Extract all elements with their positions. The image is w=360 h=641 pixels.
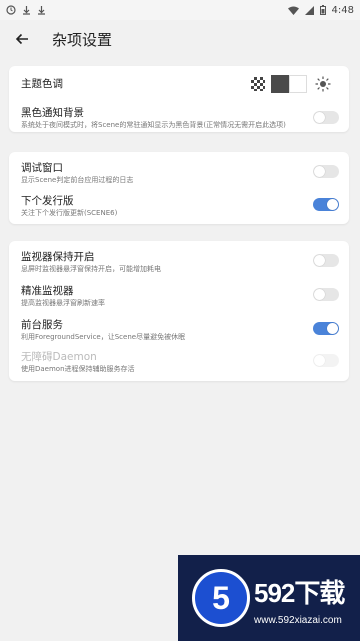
watermark-url: www.592xiazai.com — [254, 615, 342, 626]
alarm-icon — [6, 5, 16, 15]
next-release-row[interactable]: 下个发行版 关注下个发行版更新(SCENE6) — [21, 194, 339, 219]
status-time: 4:48 — [331, 4, 354, 16]
arrow-back-icon — [15, 33, 28, 45]
card-appearance: 主题色调 黑色通知背景 系统处于夜间模式时，将Scene的常驻通知显示为黑色背景… — [9, 66, 349, 132]
sun-icon[interactable] — [315, 76, 331, 92]
next-release-desc: 关注下个发行版更新(SCENE6) — [21, 209, 118, 217]
theme-swatch-light[interactable] — [289, 75, 307, 93]
debug-window-row[interactable]: 调试窗口 显示Scene判定前台应用过程的日志 — [21, 161, 339, 186]
signal-icon — [304, 5, 314, 15]
theme-swatch-transparent[interactable] — [251, 77, 265, 91]
daemon-desc: 使用Daemon进程保持辅助服务存活 — [21, 365, 135, 373]
black-notification-desc: 系统处于夜间模式时，将Scene的常驻通知显示为黑色背景(正常情况无需开启此选项… — [21, 121, 286, 129]
card-monitor: 监视器保持开启 息屏时监视器悬浮窗保持开启，可能增加耗电 精准监视器 提高监视器… — [9, 241, 349, 381]
watermark-banner: 5 592下载 www.592xiazai.com — [178, 555, 360, 641]
foreground-service-row[interactable]: 前台服务 利用ForegroundService，让Scene尽量避免被休眠 — [21, 318, 339, 343]
theme-swatches — [251, 75, 331, 93]
page-title: 杂项设置 — [52, 30, 113, 49]
black-notification-row[interactable]: 黑色通知背景 系统处于夜间模式时，将Scene的常驻通知显示为黑色背景(正常情况… — [21, 106, 339, 131]
debug-window-desc: 显示Scene判定前台应用过程的日志 — [21, 176, 134, 184]
status-bar: 4:48 — [0, 0, 360, 20]
debug-window-title: 调试窗口 — [21, 162, 63, 174]
daemon-row: 无障碍Daemon 使用Daemon进程保持辅助服务存活 — [21, 350, 339, 375]
foreground-service-desc: 利用ForegroundService，让Scene尽量避免被休眠 — [21, 333, 186, 341]
app-bar: 杂项设置 — [0, 20, 360, 58]
theme-swatch-dark[interactable] — [271, 75, 289, 93]
precise-monitor-desc: 提高监视器悬浮窗刷新速率 — [21, 299, 105, 307]
card-debug: 调试窗口 显示Scene判定前台应用过程的日志 下个发行版 关注下个发行版更新(… — [9, 152, 349, 224]
daemon-title: 无障碍Daemon — [21, 351, 97, 363]
back-button[interactable] — [12, 29, 32, 49]
foreground-service-title: 前台服务 — [21, 319, 63, 331]
monitor-keep-row[interactable]: 监视器保持开启 息屏时监视器悬浮窗保持开启，可能增加耗电 — [21, 250, 339, 275]
debug-window-toggle[interactable] — [313, 165, 339, 178]
precise-monitor-row[interactable]: 精准监视器 提高监视器悬浮窗刷新速率 — [21, 284, 339, 309]
battery-icon — [319, 5, 326, 15]
wifi-icon — [287, 6, 299, 15]
next-release-toggle[interactable] — [313, 198, 339, 211]
next-release-title: 下个发行版 — [21, 195, 74, 207]
watermark-brand: 592下载 — [254, 578, 345, 608]
download-icon — [38, 6, 45, 15]
download-icon — [23, 6, 30, 15]
monitor-keep-title: 监视器保持开启 — [21, 251, 95, 263]
theme-row: 主题色调 — [21, 75, 339, 93]
monitor-keep-toggle[interactable] — [313, 254, 339, 267]
black-notification-title: 黑色通知背景 — [21, 107, 84, 119]
foreground-service-toggle[interactable] — [313, 322, 339, 335]
monitor-keep-desc: 息屏时监视器悬浮窗保持开启，可能增加耗电 — [21, 265, 161, 273]
precise-monitor-toggle[interactable] — [313, 288, 339, 301]
precise-monitor-title: 精准监视器 — [21, 285, 74, 297]
daemon-toggle — [313, 354, 339, 367]
black-notification-toggle[interactable] — [313, 111, 339, 124]
watermark-logo: 5 — [192, 569, 250, 627]
